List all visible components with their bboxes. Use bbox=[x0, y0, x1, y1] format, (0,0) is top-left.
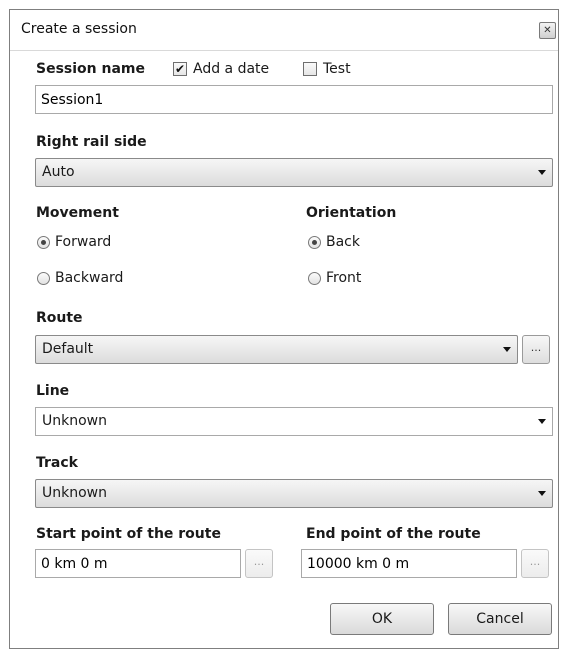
end-point-label: End point of the route bbox=[306, 526, 481, 542]
track-value: Unknown bbox=[42, 485, 107, 501]
dialog-title: Create a session bbox=[21, 21, 137, 37]
back-label: Back bbox=[326, 234, 360, 250]
start-point-input[interactable] bbox=[35, 549, 241, 578]
close-icon: ✕ bbox=[543, 25, 552, 36]
back-radio[interactable] bbox=[308, 236, 321, 249]
rail-side-select[interactable]: Auto bbox=[35, 158, 553, 187]
movement-label: Movement bbox=[36, 205, 119, 221]
end-point-input[interactable] bbox=[301, 549, 517, 578]
test-checkbox[interactable] bbox=[303, 62, 317, 76]
test-label: Test bbox=[323, 61, 351, 77]
chevron-down-icon bbox=[538, 170, 546, 175]
route-value: Default bbox=[42, 341, 94, 357]
track-label: Track bbox=[36, 455, 78, 471]
session-name-label: Session name bbox=[36, 61, 145, 77]
front-label: Front bbox=[326, 270, 362, 286]
orientation-label: Orientation bbox=[306, 205, 397, 221]
line-value: Unknown bbox=[42, 413, 107, 429]
route-label: Route bbox=[36, 310, 83, 326]
forward-label: Forward bbox=[55, 234, 112, 250]
title-bar: Create a session ✕ bbox=[10, 10, 558, 51]
route-select[interactable]: Default bbox=[35, 335, 518, 364]
chevron-down-icon bbox=[538, 419, 546, 424]
backward-label: Backward bbox=[55, 270, 124, 286]
front-radio[interactable] bbox=[308, 272, 321, 285]
session-name-input[interactable] bbox=[35, 85, 553, 114]
start-point-label: Start point of the route bbox=[36, 526, 221, 542]
ok-button[interactable]: OK bbox=[330, 603, 434, 635]
close-button[interactable]: ✕ bbox=[539, 22, 556, 39]
track-select[interactable]: Unknown bbox=[35, 479, 553, 508]
chevron-down-icon bbox=[503, 347, 511, 352]
create-session-dialog: Create a session ✕ Session name ✔ Add a … bbox=[9, 9, 559, 649]
cancel-button[interactable]: Cancel bbox=[448, 603, 552, 635]
checkmark-icon: ✔ bbox=[174, 62, 186, 76]
add-date-checkbox[interactable]: ✔ bbox=[173, 62, 187, 76]
add-date-label: Add a date bbox=[193, 61, 270, 77]
line-select[interactable]: Unknown bbox=[35, 407, 553, 436]
line-label: Line bbox=[36, 383, 70, 399]
end-point-browse-button[interactable]: ... bbox=[521, 549, 549, 578]
chevron-down-icon bbox=[538, 491, 546, 496]
start-point-browse-button[interactable]: ... bbox=[245, 549, 273, 578]
backward-radio[interactable] bbox=[37, 272, 50, 285]
rail-side-label: Right rail side bbox=[36, 134, 147, 150]
forward-radio[interactable] bbox=[37, 236, 50, 249]
rail-side-value: Auto bbox=[42, 164, 75, 180]
route-browse-button[interactable]: ... bbox=[522, 335, 550, 364]
